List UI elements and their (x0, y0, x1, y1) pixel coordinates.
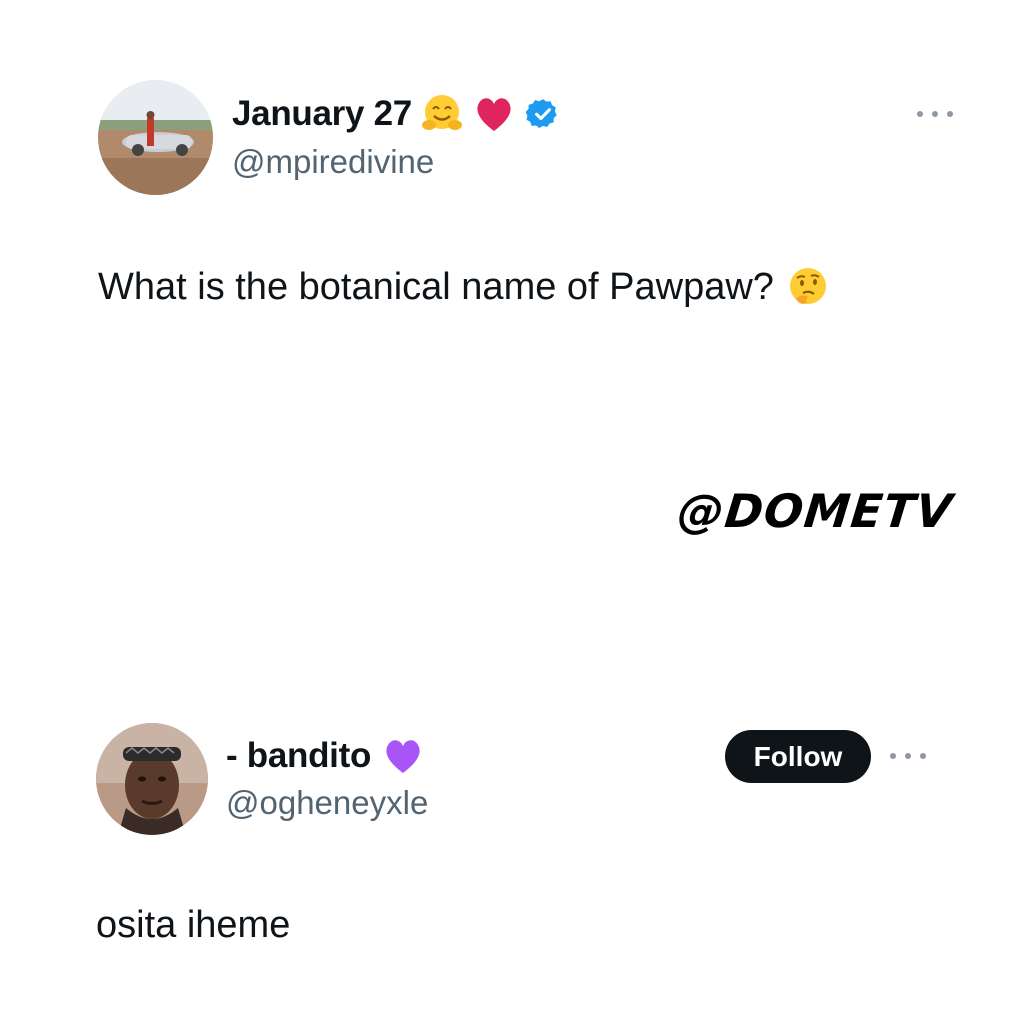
reply-author-name-row: - bandito (226, 734, 425, 778)
follow-button[interactable]: Follow (725, 730, 871, 783)
tweet-text: What is the botanical name of Pawpaw? (98, 264, 830, 310)
purple-heart-emoji (386, 740, 420, 773)
avatar-photo (98, 80, 213, 195)
thinking-face-emoji (789, 268, 826, 304)
reply-author-handle[interactable]: @ogheneyxle (226, 784, 428, 822)
more-horizontal-icon[interactable] (917, 104, 953, 124)
avatar-photo (96, 723, 208, 835)
author-avatar[interactable] (98, 80, 213, 195)
author-display-name[interactable]: January 27 (232, 94, 412, 134)
reply-author-display-name[interactable]: - bandito (226, 736, 371, 776)
red-heart-emoji (477, 98, 511, 131)
author-handle[interactable]: @mpiredivine (232, 143, 434, 181)
watermark: @DOMETV (675, 484, 956, 538)
reply-author-avatar[interactable] (96, 723, 208, 835)
tweet-text-content: What is the botanical name of Pawpaw? (98, 266, 774, 308)
more-horizontal-icon[interactable] (890, 746, 926, 766)
reply-text: osita iheme (96, 904, 291, 946)
page: January 27 @mpiredivine What is the bota… (0, 0, 1024, 1024)
author-name-row: January 27 (232, 92, 560, 136)
hugging-face-emoji (421, 95, 462, 130)
verified-badge-icon (525, 99, 557, 129)
